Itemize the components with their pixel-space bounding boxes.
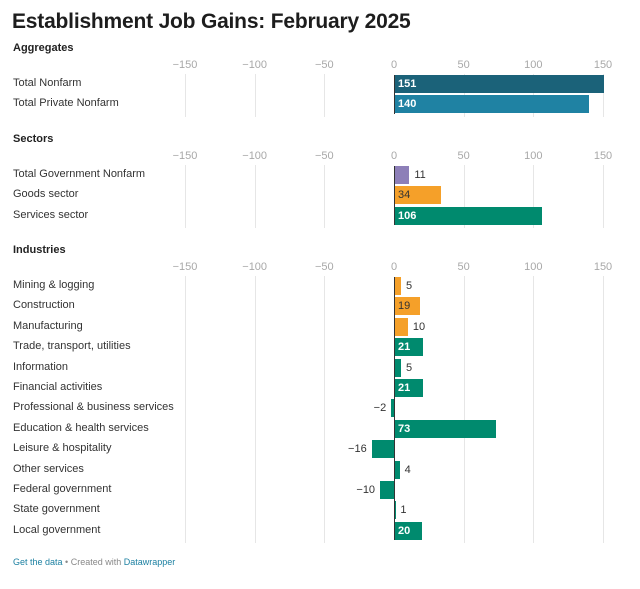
bar <box>394 95 590 114</box>
value-label: 10 <box>412 320 426 333</box>
footer: Get the data • Created with Datawrapper <box>13 557 175 567</box>
panel-title: Aggregates <box>13 42 74 54</box>
category-label: Services sector <box>13 208 89 221</box>
bar <box>371 440 394 459</box>
x-tick-label: −100 <box>242 261 268 273</box>
value-label: 19 <box>398 300 411 313</box>
x-tick-label: −50 <box>314 150 334 162</box>
gridline <box>255 276 256 544</box>
x-tick-label: −100 <box>242 59 268 71</box>
category-label: Goods sector <box>13 188 79 201</box>
panel-aggregates: Aggregates −150 −100 −50 0 50 100 150 Total Nonf… <box>0 42 640 120</box>
bar <box>380 481 394 499</box>
category-label: Financial activities <box>13 381 103 393</box>
gridline <box>185 74 186 117</box>
value-label: 11 <box>414 169 426 181</box>
x-tick-label: −100 <box>242 150 268 162</box>
category-label: Education & health services <box>13 421 149 434</box>
value-label: 4 <box>404 463 411 476</box>
x-tick-label: 50 <box>457 261 470 273</box>
category-label: State government <box>13 503 100 516</box>
x-tick-label: −150 <box>172 261 198 273</box>
category-label: Federal government <box>13 483 112 495</box>
category-label: Trade, transport, utilities <box>13 340 131 353</box>
x-tick-label: 150 <box>593 150 613 162</box>
value-label: 73 <box>398 422 411 435</box>
category-label: Local government <box>13 523 101 536</box>
value-label: 5 <box>405 361 413 374</box>
value-label: 140 <box>398 98 417 111</box>
gridline <box>324 276 325 544</box>
gridline <box>324 165 325 229</box>
gridline <box>185 276 186 544</box>
category-label: Information <box>13 360 69 373</box>
panel-industries: Industries −150 −100 −50 0 50 100 150 Mining & l… <box>0 244 640 546</box>
value-label: 34 <box>398 189 411 202</box>
zero-axis-line <box>394 277 395 541</box>
x-tick-label: −150 <box>172 150 198 162</box>
x-tick-label: 50 <box>457 150 470 162</box>
x-tick-label: 0 <box>390 261 398 273</box>
value-label: 1 <box>400 504 407 517</box>
gridline <box>603 165 604 229</box>
footer-separator: • Created with <box>62 557 124 567</box>
panel-sectors: Sectors −150 −100 −50 0 50 100 150 Total Governm… <box>0 133 640 231</box>
x-tick-label: −50 <box>314 261 334 273</box>
value-label: 106 <box>398 209 417 222</box>
category-label: Other services <box>13 462 84 475</box>
x-tick-label: 100 <box>524 59 543 71</box>
category-label: Total Nonfarm <box>13 77 82 89</box>
gridline <box>533 276 534 544</box>
bar <box>394 358 401 377</box>
x-tick-label: −50 <box>314 59 334 71</box>
zero-axis-line <box>394 166 395 226</box>
category-label: Mining & logging <box>13 279 95 291</box>
value-label: 5 <box>405 280 413 292</box>
category-label: Professional & business services <box>13 401 174 414</box>
x-tick-label: 0 <box>390 59 398 71</box>
category-label: Total Government Nonfarm <box>13 168 146 180</box>
panel-title: Industries <box>13 244 66 256</box>
datawrapper-link[interactable]: Datawrapper <box>124 557 176 567</box>
x-tick-label: 100 <box>524 150 543 162</box>
zero-axis-line <box>394 75 395 114</box>
x-tick-label: 100 <box>524 261 543 273</box>
value-label: −16 <box>348 443 367 456</box>
value-label: 21 <box>398 341 411 354</box>
category-label: Construction <box>13 299 75 312</box>
x-tick-label: 150 <box>593 261 613 273</box>
panel-title: Sectors <box>13 133 54 145</box>
x-tick-label: 0 <box>390 150 398 162</box>
category-label: Manufacturing <box>13 319 83 332</box>
value-label: 20 <box>398 524 411 537</box>
gridline <box>185 165 186 229</box>
category-label: Total Private Nonfarm <box>13 97 119 110</box>
bar <box>394 75 605 93</box>
gridline <box>255 165 256 229</box>
bar <box>394 166 410 184</box>
gridline <box>255 74 256 117</box>
bar <box>394 277 401 295</box>
value-label: 21 <box>398 382 411 394</box>
chart-title: Establishment Job Gains: February 2025 <box>12 10 411 33</box>
gridline <box>603 276 604 544</box>
get-the-data-link[interactable]: Get the data <box>13 557 63 567</box>
bar <box>394 317 408 336</box>
value-label: −2 <box>373 402 387 415</box>
x-tick-label: 50 <box>457 59 470 71</box>
value-label: −10 <box>356 484 376 496</box>
gridline <box>464 276 465 544</box>
gridline <box>324 74 325 117</box>
category-label: Leisure & hospitality <box>13 442 112 455</box>
x-tick-label: −150 <box>172 59 198 71</box>
value-label: 151 <box>398 78 417 90</box>
x-tick-label: 150 <box>593 59 613 71</box>
